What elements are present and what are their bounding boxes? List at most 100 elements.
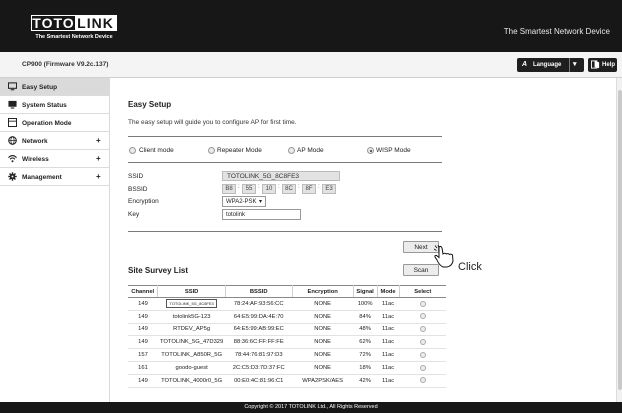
logo-word-toto: TOTO — [32, 15, 75, 31]
monitor-icon — [8, 82, 17, 91]
cell-bssid: 00:E0:4C:81:96:C1 — [225, 374, 293, 388]
sidebar-item-network[interactable]: Network + — [0, 132, 110, 150]
cell-mode: 11ac — [377, 361, 400, 375]
cell-mode: 11ac — [377, 297, 400, 311]
select-radio[interactable] — [419, 364, 426, 371]
select-radio[interactable] — [419, 351, 426, 358]
bssid-octet[interactable]: E3 — [322, 184, 336, 194]
encryption-select[interactable]: WPA2-PSK ▾ — [222, 196, 266, 207]
language-icon: A — [522, 61, 528, 68]
sidebar-item-system-status[interactable]: System Status — [0, 96, 110, 114]
scrollbar-thumb[interactable] — [618, 90, 622, 390]
sidebar-item-wireless[interactable]: Wireless + — [0, 150, 110, 168]
site-survey-title: Site Survey List — [128, 266, 189, 275]
sidebar-item-label: Network — [22, 138, 48, 145]
cell-bssid: 78:44:76:81:97:D3 — [225, 348, 293, 362]
table-row[interactable]: 149 totolink5G-123 64:E5:99:DA:4E:70 NON… — [128, 310, 446, 324]
table-row[interactable]: 149 TOTOLINK_5G_47D329 88:36:6C:FF:FF:FE… — [128, 335, 446, 350]
cell-select — [399, 361, 446, 375]
cell-channel: 149 — [128, 335, 158, 350]
globe-icon — [8, 136, 17, 145]
sidebar-item-easy-setup[interactable]: Easy Setup — [0, 78, 110, 96]
divider — [128, 231, 442, 232]
logo-word-link: LINK — [75, 16, 116, 30]
table-row[interactable]: 161 goodo-guest 2C:C5:D3:7D:37:FC NONE 1… — [128, 361, 446, 375]
site-survey-table: Channel SSID BSSID Encryption Signal Mod… — [128, 285, 446, 388]
cell-signal: 62% — [353, 335, 378, 350]
repeater-mode-radio[interactable] — [208, 147, 215, 154]
bssid-separator: : — [258, 184, 260, 190]
ssid-field[interactable]: TOTOLINK_5G_8C8FE3 — [222, 171, 340, 181]
select-radio[interactable] — [419, 339, 426, 346]
key-label: Key — [128, 211, 140, 218]
cell-encryption: NONE — [292, 348, 354, 362]
select-radio[interactable] — [419, 300, 426, 307]
copyright-text: Copyright © 2017 TOTOLINK Ltd., All Righ… — [244, 404, 378, 410]
firmware-bar: CP900 (Firmware V9.2c.137) A Language ▾ … — [0, 52, 622, 78]
expand-icon: + — [96, 154, 101, 163]
bssid-octet[interactable]: 10 — [262, 184, 276, 194]
cell-channel: 157 — [128, 348, 158, 362]
cell-mode: 11ac — [377, 374, 400, 388]
table-header-row: Channel SSID BSSID Encryption Signal Mod… — [128, 285, 446, 298]
bssid-separator: : — [278, 184, 280, 190]
cell-select — [399, 297, 446, 311]
column-header-ssid: SSID — [157, 285, 226, 298]
bssid-separator: : — [238, 184, 240, 190]
cell-encryption: NONE — [292, 297, 354, 311]
chevron-down-icon: ▾ — [258, 199, 262, 205]
sidebar-item-label: Easy Setup — [22, 84, 58, 91]
table-row[interactable]: 149 TOTOLINK_5G_8C8FE3 78:24:AF:93:56:CC… — [128, 297, 446, 311]
client-mode-radio[interactable] — [129, 147, 136, 154]
key-input[interactable]: totolink — [222, 209, 301, 220]
select-radio[interactable] — [419, 326, 426, 333]
ap-mode-label: AP Mode — [297, 147, 324, 154]
sidebar-item-operation-mode[interactable]: Operation Mode — [0, 114, 110, 132]
bssid-octet[interactable]: B8 — [222, 184, 236, 194]
help-button[interactable]: Help — [588, 58, 617, 72]
encryption-value: WPA2-PSK — [226, 199, 257, 205]
scan-button[interactable]: Scan — [403, 264, 439, 276]
column-header-channel: Channel — [128, 285, 159, 298]
cell-signal: 18% — [353, 361, 378, 375]
firmware-version: CP900 (Firmware V9.2c.137) — [22, 61, 109, 68]
cell-ssid: RTDEV_AP5g — [157, 323, 226, 337]
chevron-down-icon: ▾ — [573, 61, 577, 68]
gear-icon — [8, 172, 17, 181]
cell-signal: 42% — [353, 374, 378, 388]
sidebar-item-label: System Status — [22, 102, 67, 109]
bssid-octet[interactable]: 8F — [302, 184, 316, 194]
cell-bssid: 64:E5:99:AB:99:EC — [225, 323, 293, 337]
column-header-mode: Mode — [377, 285, 400, 298]
totolink-logo[interactable]: TOTO LINK The Smartest Network Device — [31, 15, 117, 46]
cell-select — [399, 348, 446, 362]
table-row[interactable]: 157 TOTOLINK_A850R_5G 78:44:76:81:97:D3 … — [128, 348, 446, 362]
bssid-separator: : — [318, 184, 320, 190]
wisp-mode-radio[interactable] — [367, 147, 374, 154]
bssid-octet[interactable]: 8C — [282, 184, 296, 194]
sidebar-item-management[interactable]: Management + — [0, 168, 110, 186]
cell-ssid: TOTOLINK_4000r0_5G — [157, 374, 226, 388]
sidebar-item-label: Wireless — [22, 156, 49, 163]
cell-channel: 149 — [128, 374, 158, 388]
ap-mode-radio[interactable] — [288, 147, 295, 154]
table-row[interactable]: 149 TOTOLINK_4000r0_5G 00:E0:4C:81:96:C1… — [128, 374, 446, 388]
language-dropdown[interactable]: A Language ▾ — [517, 58, 584, 72]
main-content: Easy Setup The easy setup will guide you… — [111, 78, 616, 402]
cell-select — [399, 310, 446, 324]
cell-bssid: 64:E5:99:DA:4E:70 — [225, 310, 293, 324]
click-annotation: Click — [458, 261, 482, 273]
wisp-mode-label: WISP Mode — [376, 147, 411, 154]
select-radio[interactable] — [419, 377, 426, 384]
ssid-label: SSID — [128, 173, 144, 180]
table-row[interactable]: 149 RTDEV_AP5g 64:E5:99:AB:99:EC NONE 48… — [128, 323, 446, 337]
cell-channel: 149 — [128, 323, 158, 337]
header-slogan: The Smartest Network Device — [503, 27, 610, 36]
cell-select — [399, 323, 446, 337]
divider — [128, 162, 442, 163]
vertical-scrollbar[interactable] — [616, 78, 622, 402]
cell-ssid: goodo-guest — [157, 361, 226, 375]
bssid-octet[interactable]: 55 — [242, 184, 256, 194]
cell-channel: 149 — [128, 297, 158, 311]
select-radio[interactable] — [419, 313, 426, 320]
